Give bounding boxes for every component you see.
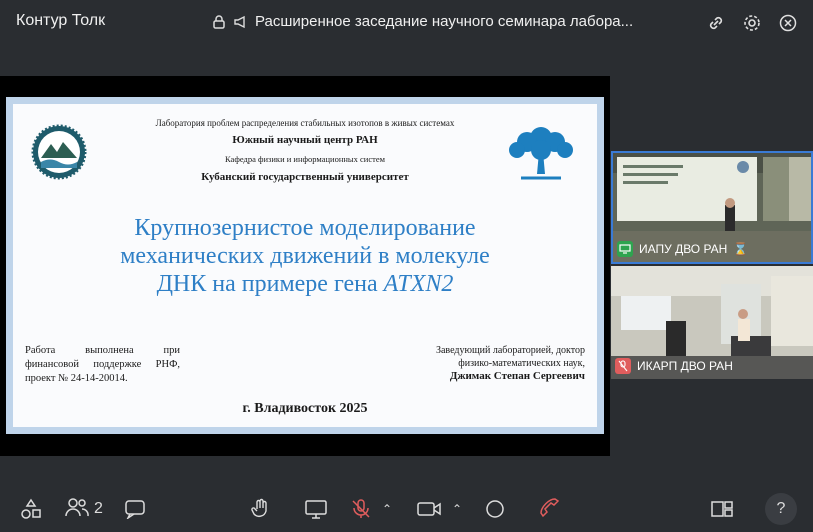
- link-icon[interactable]: [705, 12, 727, 34]
- slide-city-year: г. Владивосток 2025: [242, 401, 368, 416]
- top-bar: Контур Толк Расширенное заседание научно…: [0, 0, 813, 46]
- presentation-slide: Лаборатория проблем распределения стабил…: [6, 97, 604, 434]
- screen-share-button-icon[interactable]: [304, 497, 328, 521]
- screen-share-icon: [617, 241, 633, 257]
- meeting-title-bar[interactable]: Расширенное заседание научного семинара …: [213, 13, 633, 30]
- hang-up-icon[interactable]: [538, 497, 562, 521]
- slide-south-center: Южный научный центр РАН: [232, 134, 378, 146]
- screen-share-stage[interactable]: Лаборатория проблем распределения стабил…: [0, 76, 610, 456]
- raise-hand-icon[interactable]: [250, 497, 272, 521]
- slide-title: Крупнозернистое моделирование механическ…: [120, 215, 490, 297]
- close-icon[interactable]: [777, 12, 799, 34]
- layout-grid-icon[interactable]: [710, 497, 734, 521]
- participants-count: 2: [94, 500, 103, 517]
- slide-department: Кафедра физики и информационных систем: [225, 154, 385, 164]
- mic-options-chevron-icon[interactable]: ⌃: [382, 497, 392, 521]
- lock-icon: [213, 14, 225, 29]
- slide-university: Кубанский государственный университет: [201, 171, 409, 183]
- shapes-icon[interactable]: [20, 497, 42, 521]
- megaphone-icon: [233, 15, 247, 29]
- slide-funding: Работа выполнена при финансовой поддержк…: [25, 345, 180, 384]
- slide-head-block: Заведующий лабораторией, доктор физико-м…: [435, 345, 585, 382]
- bottom-toolbar: 2 ⌃ ⌃ ?: [0, 487, 813, 532]
- meeting-title: Расширенное заседание научного семинара …: [255, 13, 634, 30]
- app-title: Контур Толк: [16, 12, 106, 29]
- gear-icon[interactable]: [741, 12, 763, 34]
- participant-label: ИАПУ ДВО РАН ⌛: [617, 241, 748, 257]
- slide-lab-line: Лаборатория проблем распределения стабил…: [155, 118, 455, 128]
- participant-tile-iapu[interactable]: ИАПУ ДВО РАН ⌛: [611, 151, 813, 264]
- participant-label: ИКАРП ДВО РАН: [615, 358, 733, 374]
- hourglass-icon: ⌛: [733, 242, 749, 256]
- participants-button[interactable]: 2: [64, 497, 103, 521]
- participant-tile-ikarp[interactable]: ИКАРП ДВО РАН: [611, 266, 813, 379]
- camera-options-chevron-icon[interactable]: ⌃: [452, 497, 462, 521]
- mic-off-icon: [615, 358, 631, 374]
- camera-icon[interactable]: [416, 497, 442, 521]
- record-icon[interactable]: [484, 497, 506, 521]
- help-button[interactable]: ?: [765, 493, 797, 525]
- mic-off-button-icon[interactable]: [350, 497, 372, 521]
- people-icon: [64, 497, 90, 522]
- chat-icon[interactable]: [124, 497, 146, 521]
